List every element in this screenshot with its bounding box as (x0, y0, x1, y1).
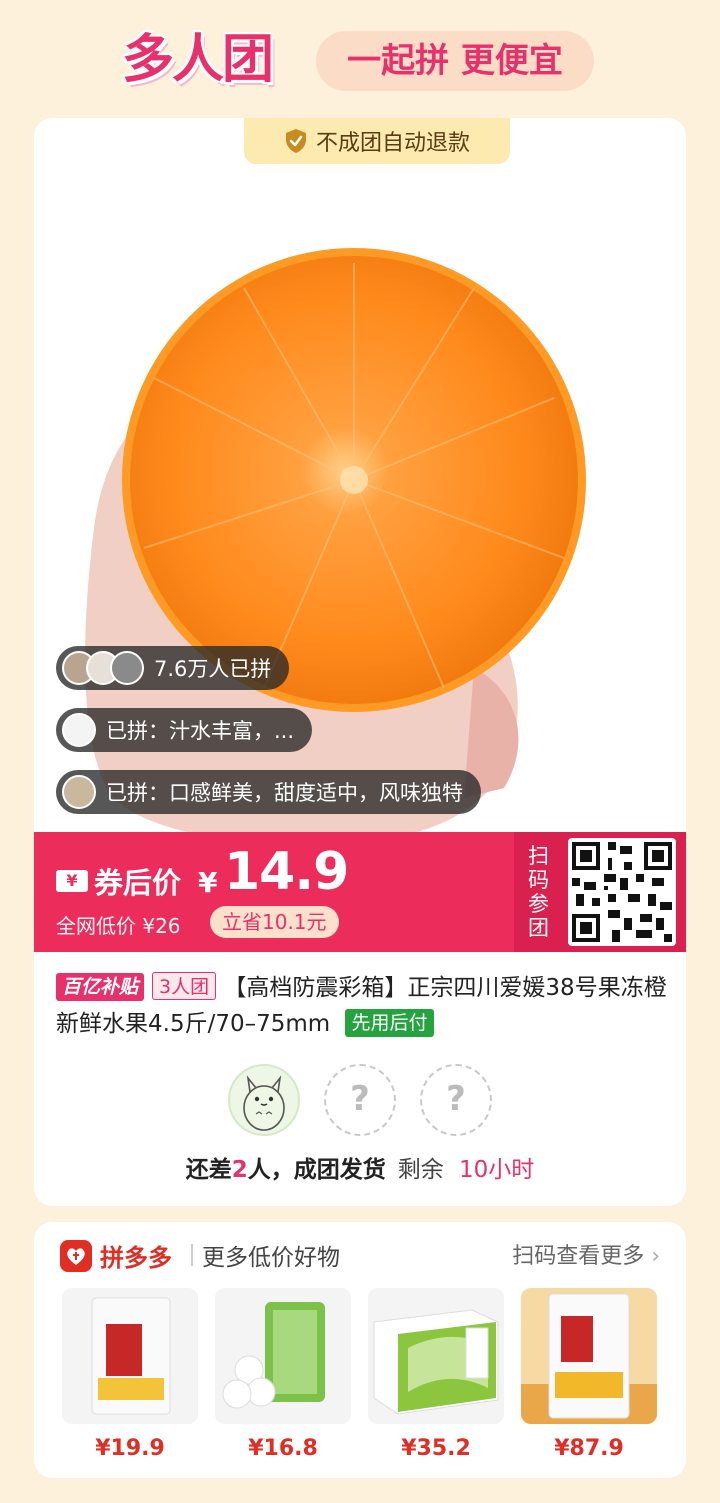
original-price: 全网低价 ¥26 (56, 914, 181, 938)
recommend-item[interactable]: ¥35.2 (368, 1288, 504, 1461)
product-title[interactable]: 百亿补贴 3人团 【高档防震彩箱】正宗四川爱媛38号果冻橙新鲜水果4.5斤/70–… (56, 970, 668, 1042)
group-size-tag: 3人团 (152, 972, 217, 1000)
product-thumbnail (62, 1288, 198, 1424)
group-buy-logo: 多人团 (122, 30, 274, 90)
scan-to-join-label: 扫码参团 (528, 844, 549, 940)
empty-member-slot: ? (420, 1064, 492, 1136)
time-prefix: 剩余 (397, 1157, 444, 1183)
saving-badge: 立省10.1元 (210, 906, 339, 938)
scan-more-label: 扫码查看更多 (512, 1244, 645, 1269)
currency-symbol: ¥ (198, 866, 218, 899)
review-pill: 已拼：汁水丰富，... (56, 708, 313, 752)
product-card[interactable]: 不成团自动退款 7.6万人已拼 已拼：汁水丰富，... 已拼：口感鲜美，甜度适中… (34, 118, 686, 1206)
remaining-prefix: 还差 (185, 1157, 232, 1183)
coupon-icon: ¥ (56, 870, 88, 892)
subsidy-tag: 百亿补贴 (56, 973, 145, 1001)
flour-bag-graphic (62, 1288, 198, 1424)
joined-count-pill: 7.6万人已拼 (56, 646, 290, 690)
item-price: ¥87.9 (554, 1436, 624, 1461)
pinduoduo-logo-graphic (67, 1248, 85, 1265)
remaining-suffix: 人，成团发货 (247, 1157, 386, 1183)
recommend-item[interactable]: ¥16.8 (215, 1288, 351, 1461)
avatar (62, 775, 96, 809)
review-text: 已拼：汁水丰富，... (106, 719, 295, 743)
scan-to-join[interactable]: 扫码参团 (514, 832, 686, 952)
recommend-subtitle: 更多低价好物 (202, 1245, 340, 1271)
refund-guarantee-text: 不成团自动退款 (315, 131, 470, 156)
item-price: ¥16.8 (248, 1436, 318, 1461)
item-price: ¥19.9 (95, 1436, 165, 1461)
remaining-count: 2 (231, 1157, 248, 1183)
avatar (62, 713, 96, 747)
recommend-item[interactable]: ¥19.9 (62, 1288, 198, 1461)
totoro-avatar-graphic (243, 1075, 285, 1131)
shield-check-icon (285, 129, 306, 153)
qr-code[interactable] (568, 838, 676, 946)
chevron-right-icon: › (644, 1244, 660, 1269)
group-remaining-status: 还差2人，成团发货 剩余 10小时 (34, 1150, 686, 1184)
slogan-badge: 一起拼 更便宜 (316, 31, 594, 91)
pinduoduo-brand: 拼多多 (100, 1244, 172, 1272)
recommend-card: 拼多多 更多低价好物 扫码查看更多 › ¥19.9 ¥16.8 ¥35.2 ¥8… (34, 1222, 686, 1478)
refund-guarantee-badge: 不成团自动退款 (244, 118, 510, 164)
product-thumbnail (215, 1288, 351, 1424)
recommend-item[interactable]: ¥87.9 (521, 1288, 657, 1461)
milk-box-graphic (368, 1288, 504, 1424)
group-member-avatar (228, 1064, 300, 1136)
item-price: ¥35.2 (401, 1436, 471, 1461)
price-label: 券后价 (94, 866, 182, 900)
qr-code-graphic (572, 842, 672, 942)
product-thumbnail (368, 1288, 504, 1424)
pay-later-tag: 先用后付 (345, 1009, 434, 1037)
rice-bag-graphic (521, 1288, 657, 1424)
price-value: 14.9 (224, 842, 349, 902)
avatar (110, 651, 144, 685)
divider (191, 1244, 193, 1266)
price-bar: ¥ 券后价 ¥ 14.9 全网低价 ¥26 立省10.1元 扫码参团 (34, 832, 686, 952)
product-thumbnail (521, 1288, 657, 1424)
scan-more-link[interactable]: 扫码查看更多 › (512, 1238, 660, 1270)
empty-member-slot: ? (324, 1064, 396, 1136)
joined-count-text: 7.6万人已拼 (154, 657, 272, 681)
tissue-rolls-graphic (215, 1288, 351, 1424)
pinduoduo-logo-icon (60, 1240, 92, 1272)
header: 多人团 一起拼 更便宜 (0, 0, 720, 120)
time-left: 10小时 (459, 1157, 535, 1183)
review-pill: 已拼：口感鲜美，甜度适中，风味独特 (56, 770, 481, 814)
review-text: 已拼：口感鲜美，甜度适中，风味独特 (106, 781, 463, 805)
